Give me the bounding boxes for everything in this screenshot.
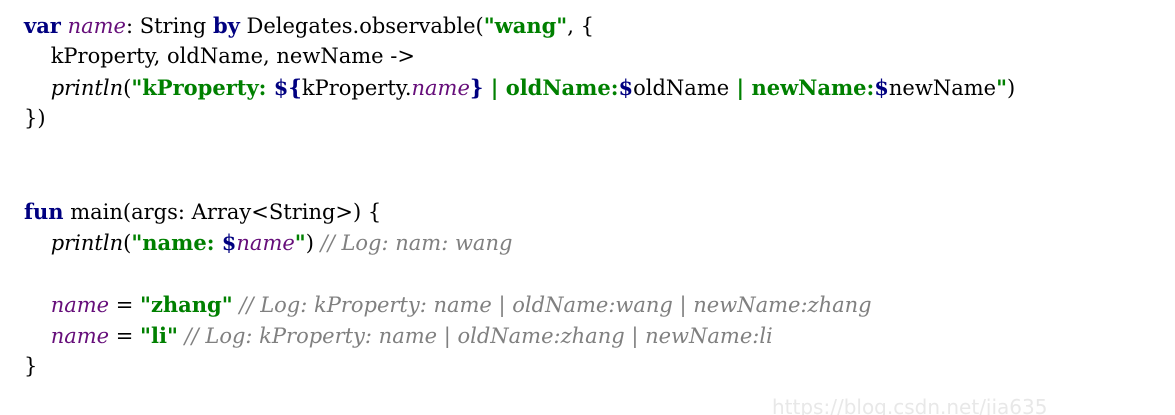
string-close-quote: " [294, 230, 306, 255]
template-close: } [469, 75, 484, 100]
comment: // Log: kProperty: name | oldName:zhang … [177, 324, 773, 348]
string-zhang: "zhang" [140, 292, 233, 317]
paren-close: ) [1007, 76, 1016, 100]
property-name: name [50, 293, 110, 317]
oldname-var: oldName [633, 76, 730, 100]
lambda-open: , { [567, 14, 594, 38]
type-annotation: : String [125, 14, 213, 38]
println-call: println [50, 231, 124, 255]
lambda-params: kProperty, oldName, newName -> [24, 44, 415, 68]
main-signature: main(args: Array<String>) { [63, 200, 382, 224]
string-oldname-label: oldName: [505, 75, 619, 100]
template-open: ${ [273, 75, 302, 100]
newname-var: newName [888, 76, 997, 100]
string-separator: | [729, 75, 752, 100]
string-separator: | [483, 75, 506, 100]
string-name-label: "name: [131, 230, 222, 255]
block-close: } [24, 354, 38, 378]
code-line-4: }) [24, 103, 1144, 134]
keyword-by: by [212, 13, 240, 38]
code-line-6: println("name: $name") // Log: nam: wang [24, 227, 1144, 258]
assign-operator: = [109, 293, 141, 317]
code-line-7: name = "zhang" // Log: kProperty: name |… [24, 289, 1144, 320]
property-name: name [236, 231, 295, 255]
keyword-var: var [24, 13, 61, 38]
code-line-9: } [24, 351, 1144, 382]
kproperty-ref: kProperty. [301, 76, 412, 100]
block-close: }) [24, 106, 46, 130]
keyword-fun: fun [24, 199, 64, 224]
code-line-1: var name: String by Delegates.observable… [24, 10, 1144, 41]
code-line-3: println("kProperty: ${kProperty.name} | … [24, 72, 1144, 103]
comment: // Log: nam: wang [313, 231, 513, 255]
template-dollar: $ [221, 230, 237, 255]
template-dollar: $ [618, 75, 634, 100]
string-li: "li" [140, 323, 178, 348]
string-newname-label: newName: [751, 75, 875, 100]
comment: // Log: kProperty: name | oldName:wang |… [232, 293, 872, 317]
delegates-call: Delegates.observable( [239, 14, 484, 38]
template-dollar: $ [874, 75, 889, 100]
property-name: name [50, 324, 110, 348]
println-call: println [50, 76, 124, 100]
property-name: name [411, 76, 470, 100]
code-line-8: name = "li" // Log: kProperty: name | ol… [24, 320, 1144, 351]
code-line-2: kProperty, oldName, newName -> [24, 41, 1144, 72]
code-line-5: fun main(args: Array<String>) { [24, 196, 1144, 227]
paren-close: ) [305, 231, 314, 255]
watermark-url: https://blog.csdn.net/jia635 [772, 395, 1048, 415]
assign-operator: = [109, 324, 141, 348]
property-name: name [67, 14, 126, 38]
string-wang: "wang" [483, 13, 568, 38]
code-block: var name: String by Delegates.observable… [24, 10, 1144, 382]
string-kproperty: "kProperty: [131, 75, 274, 100]
string-close-quote: " [996, 75, 1008, 100]
